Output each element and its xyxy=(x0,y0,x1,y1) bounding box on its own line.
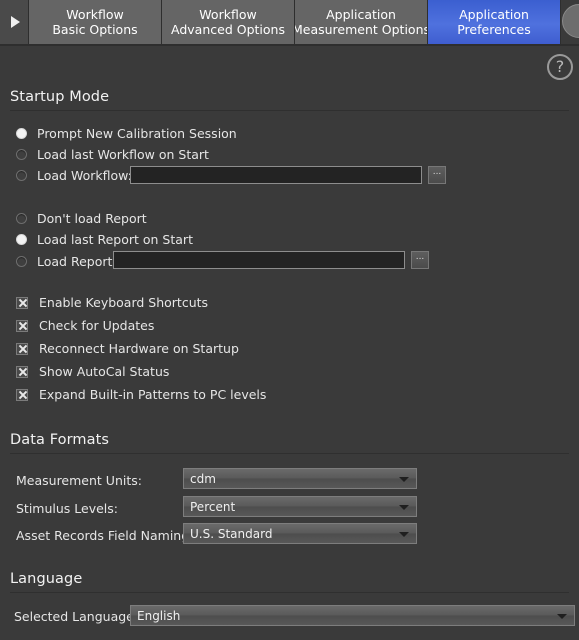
checkbox-show-autocal-status[interactable]: Show AutoCal Status xyxy=(16,363,169,380)
chevron-down-icon xyxy=(399,532,409,537)
checkbox-label: Show AutoCal Status xyxy=(39,364,170,379)
tab-label-line1: Workflow xyxy=(66,7,124,22)
circle-button-icon xyxy=(562,4,579,38)
checkbox-enable-keyboard-shortcuts[interactable]: Enable Keyboard Shortcuts xyxy=(16,294,208,311)
radio-prompt-new-calibration-session[interactable]: Prompt New Calibration Session xyxy=(16,124,237,142)
checkbox-label: Check for Updates xyxy=(39,318,155,333)
tab-label-line1: Application xyxy=(459,7,529,22)
radio-load-last-workflow-on-start[interactable]: Load last Workflow on Start xyxy=(16,145,209,163)
radio-icon[interactable] xyxy=(16,255,27,267)
checkbox-label: Expand Built-in Patterns to PC levels xyxy=(39,387,267,402)
radio-icon[interactable] xyxy=(16,148,27,160)
checkbox-icon[interactable] xyxy=(16,342,28,355)
section-title: Data Formats xyxy=(10,432,110,448)
checkbox-reconnect-hardware-on-startup[interactable]: Reconnect Hardware on Startup xyxy=(16,340,239,357)
radio-label: Load last Workflow on Start xyxy=(37,146,209,162)
report-browse-button[interactable]: ... xyxy=(411,251,429,269)
help-bar: ? xyxy=(0,46,579,88)
tab-label-line2: Preferences xyxy=(457,22,531,37)
tab-bar: Workflow Basic Options Workflow Advanced… xyxy=(0,0,579,46)
radio-load-report[interactable]: Load Report: xyxy=(16,252,117,270)
radio-icon[interactable] xyxy=(16,169,27,181)
checkbox-check-for-updates[interactable]: Check for Updates xyxy=(16,317,154,334)
radio-dont-load-report[interactable]: Don't load Report xyxy=(16,209,147,227)
chevron-down-icon xyxy=(399,477,409,482)
checkbox-icon[interactable] xyxy=(16,388,28,401)
section-divider xyxy=(10,592,569,593)
radio-load-workflow[interactable]: Load Workflow: xyxy=(16,166,132,184)
section-language: Language xyxy=(0,571,579,593)
select-measurement-units[interactable]: cdm xyxy=(183,468,417,489)
question-mark-icon[interactable]: ? xyxy=(547,54,573,80)
section-title: Language xyxy=(10,571,83,587)
chevron-down-icon xyxy=(557,614,567,619)
select-value: Percent xyxy=(190,499,236,514)
radio-label: Load last Report on Start xyxy=(37,231,193,247)
radio-label: Don't load Report xyxy=(37,210,147,226)
tab-workflow-advanced-options[interactable]: Workflow Advanced Options xyxy=(162,0,295,44)
radio-label: Prompt New Calibration Session xyxy=(37,125,237,141)
tab-label-line2: Measurement Options xyxy=(295,22,428,37)
select-language[interactable]: English xyxy=(130,605,575,626)
tab-label-line2: Advanced Options xyxy=(171,22,285,37)
report-path-input[interactable] xyxy=(113,251,405,269)
workflow-browse-button[interactable]: ... xyxy=(428,166,446,184)
section-startup-mode: Startup Mode xyxy=(0,89,579,111)
checkbox-icon[interactable] xyxy=(16,296,28,309)
nav-previous-button[interactable] xyxy=(0,0,29,44)
label-asset-records-field-naming: Asset Records Field Naming: xyxy=(16,528,194,543)
checkbox-expand-builtin-patterns[interactable]: Expand Built-in Patterns to PC levels xyxy=(16,386,266,403)
radio-icon[interactable] xyxy=(16,127,27,139)
select-value: cdm xyxy=(190,471,216,486)
section-divider xyxy=(10,453,569,454)
select-stimulus-levels[interactable]: Percent xyxy=(183,496,417,517)
section-divider xyxy=(10,110,569,111)
checkbox-icon[interactable] xyxy=(16,365,28,378)
tab-application-preferences[interactable]: Application Preferences xyxy=(428,0,561,44)
play-right-icon xyxy=(11,16,20,28)
label-measurement-units: Measurement Units: xyxy=(16,473,142,488)
tab-label-line2: Basic Options xyxy=(52,22,138,37)
label-stimulus-levels: Stimulus Levels: xyxy=(16,501,119,516)
tab-label-line1: Application xyxy=(326,7,396,22)
tab-application-measurement-options[interactable]: Application Measurement Options xyxy=(295,0,428,44)
tab-workflow-basic-options[interactable]: Workflow Basic Options xyxy=(29,0,162,44)
checkbox-icon[interactable] xyxy=(16,319,28,332)
radio-icon[interactable] xyxy=(16,212,27,224)
section-data-formats: Data Formats xyxy=(0,432,579,454)
select-value: English xyxy=(137,608,181,623)
checkbox-label: Reconnect Hardware on Startup xyxy=(39,341,239,356)
chevron-down-icon xyxy=(399,505,409,510)
section-title: Startup Mode xyxy=(10,89,110,105)
label-selected-language: Selected Language xyxy=(14,609,134,624)
radio-label: Load Workflow: xyxy=(37,167,132,183)
radio-label: Load Report: xyxy=(37,253,117,269)
checkbox-label: Enable Keyboard Shortcuts xyxy=(39,295,209,310)
nav-next-button[interactable] xyxy=(561,0,579,44)
tab-label-line1: Workflow xyxy=(199,7,257,22)
radio-icon[interactable] xyxy=(16,233,27,245)
select-asset-records-field-naming[interactable]: U.S. Standard xyxy=(183,523,417,544)
select-value: U.S. Standard xyxy=(190,526,273,541)
workflow-path-input[interactable] xyxy=(130,166,422,184)
radio-load-last-report-on-start[interactable]: Load last Report on Start xyxy=(16,230,193,248)
